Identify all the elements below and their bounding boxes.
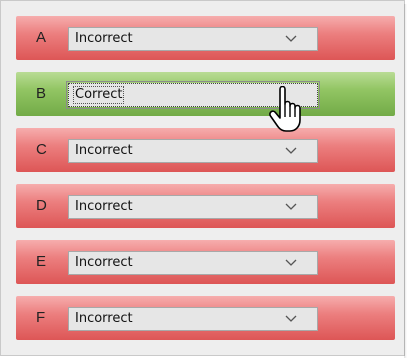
answer-row-f: F Incorrect: [16, 296, 395, 340]
row-label-a: A: [36, 29, 47, 46]
row-label-e: E: [36, 253, 47, 270]
answer-select-d[interactable]: Incorrect: [68, 195, 318, 219]
answer-row-e: E Incorrect: [16, 240, 395, 284]
select-value-f: Incorrect: [75, 311, 133, 326]
row-label-f: F: [36, 309, 46, 326]
answer-select-b[interactable]: Correct: [66, 81, 320, 109]
answer-row-c: C Incorrect: [16, 128, 395, 172]
select-value-d: Incorrect: [75, 199, 133, 214]
answer-select-e[interactable]: Incorrect: [68, 251, 318, 275]
select-value-e: Incorrect: [75, 255, 133, 270]
row-label-c: C: [36, 141, 47, 158]
select-value-a: Incorrect: [75, 31, 133, 46]
row-label-b: B: [36, 85, 47, 102]
answer-row-a: A Incorrect: [16, 16, 395, 60]
answer-panel: A Incorrect B Correct C Incorrect D Inco…: [0, 0, 407, 358]
chevron-down-icon: [285, 147, 297, 154]
answer-row-b: B Correct: [16, 72, 395, 116]
chevron-down-icon: [285, 203, 297, 210]
answer-row-d: D Incorrect: [16, 184, 395, 228]
answer-select-f[interactable]: Incorrect: [68, 307, 318, 331]
chevron-down-icon: [285, 315, 297, 322]
answer-select-a[interactable]: Incorrect: [68, 27, 318, 51]
chevron-down-icon: [285, 259, 297, 266]
row-label-d: D: [36, 197, 47, 214]
select-value-c: Incorrect: [75, 143, 133, 158]
answer-select-c[interactable]: Incorrect: [68, 139, 318, 163]
chevron-down-icon: [285, 35, 297, 42]
select-value-b: Correct: [73, 86, 125, 104]
